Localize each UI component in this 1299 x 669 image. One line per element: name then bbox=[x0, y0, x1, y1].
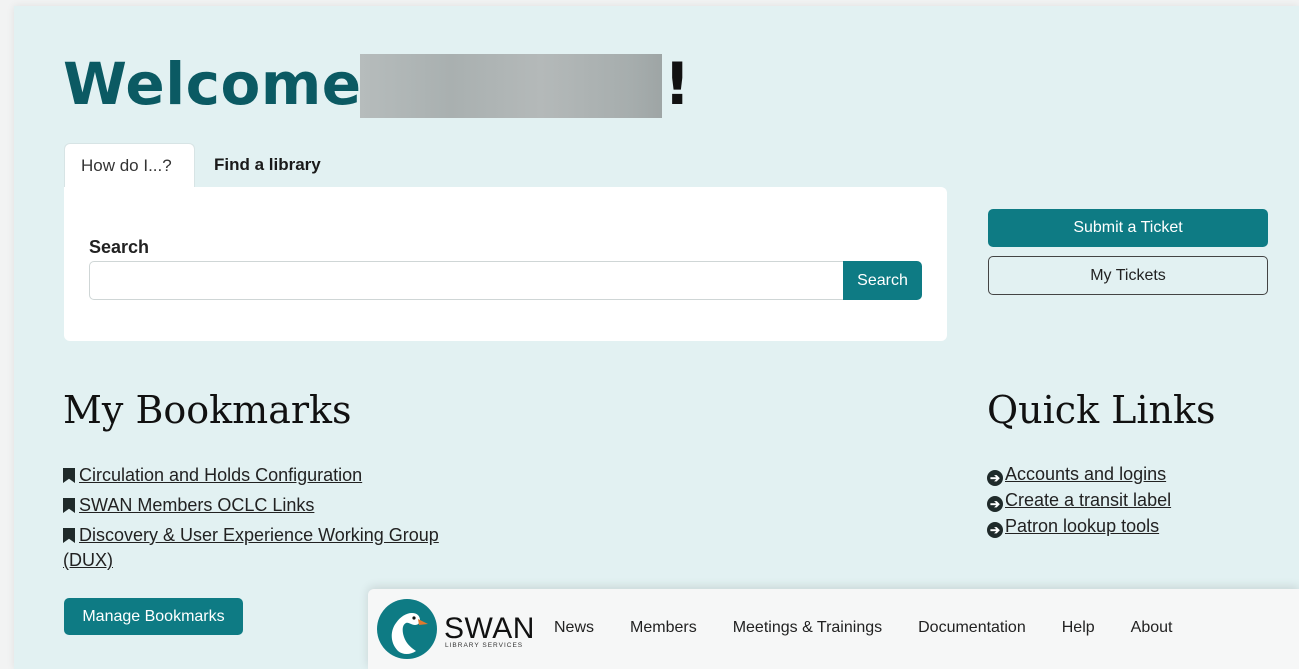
bookmark-link[interactable]: SWAN Members OCLC Links bbox=[79, 495, 314, 515]
submit-ticket-button[interactable]: Submit a Ticket bbox=[988, 209, 1268, 247]
quick-link[interactable]: Accounts and logins bbox=[1005, 464, 1166, 484]
quick-links-title: Quick Links bbox=[987, 388, 1216, 432]
bookmarks-list: Circulation and Holds Configuration SWAN… bbox=[63, 463, 463, 578]
search-input[interactable] bbox=[89, 261, 846, 300]
bookmark-icon bbox=[63, 468, 75, 483]
welcome-suffix: ! bbox=[664, 50, 691, 118]
bookmark-link[interactable]: Circulation and Holds Configuration bbox=[79, 465, 362, 485]
quick-link[interactable]: Create a transit label bbox=[1005, 490, 1171, 510]
circle-arrow-right-icon: ➔ bbox=[987, 470, 1003, 486]
search-label: Search bbox=[89, 237, 150, 257]
search-button[interactable]: Search bbox=[843, 261, 922, 300]
quick-link[interactable]: Patron lookup tools bbox=[1005, 516, 1159, 536]
quick-link-item: ➔ Create a transit label bbox=[987, 487, 1171, 513]
nav-item-members[interactable]: Members bbox=[630, 619, 697, 637]
bookmarks-title: My Bookmarks bbox=[63, 388, 352, 432]
circle-arrow-right-icon: ➔ bbox=[987, 522, 1003, 538]
bookmark-item: SWAN Members OCLC Links bbox=[63, 493, 463, 518]
welcome-heading: Welcome, bbox=[63, 50, 384, 118]
logo-subtitle: LIBRARY SERVICES bbox=[445, 642, 524, 649]
quick-link-item: ➔ Patron lookup tools bbox=[987, 513, 1171, 539]
logo-text: SWAN bbox=[444, 612, 535, 645]
nav-item-about[interactable]: About bbox=[1131, 619, 1173, 637]
nav-item-meetings-trainings[interactable]: Meetings & Trainings bbox=[733, 619, 882, 637]
my-tickets-button[interactable]: My Tickets bbox=[988, 256, 1268, 295]
nav-item-documentation[interactable]: Documentation bbox=[918, 619, 1026, 637]
swan-logo-icon[interactable] bbox=[376, 597, 438, 661]
tab-label: Find a library bbox=[214, 155, 321, 174]
tab-how-do-i[interactable]: How do I...? bbox=[64, 143, 195, 187]
nav-item-help[interactable]: Help bbox=[1062, 619, 1095, 637]
circle-arrow-right-icon: ➔ bbox=[987, 496, 1003, 512]
nav-menu: News Members Meetings & Trainings Docume… bbox=[554, 619, 1208, 637]
nav-item-news[interactable]: News bbox=[554, 619, 594, 637]
tab-find-a-library[interactable]: Find a library bbox=[198, 143, 337, 187]
bookmark-item: Circulation and Holds Configuration bbox=[63, 463, 463, 488]
tab-label: How do I...? bbox=[81, 155, 172, 175]
quick-links-list: ➔ Accounts and logins ➔ Create a transit l… bbox=[987, 461, 1171, 539]
redacted-username bbox=[360, 54, 662, 118]
manage-bookmarks-button[interactable]: Manage Bookmarks bbox=[64, 598, 243, 635]
bookmark-icon bbox=[63, 528, 75, 543]
bookmark-icon bbox=[63, 498, 75, 513]
quick-link-item: ➔ Accounts and logins bbox=[987, 461, 1171, 487]
welcome-prefix: Welcome, bbox=[63, 50, 385, 118]
bookmark-item: Discovery & User Experience Working Grou… bbox=[63, 523, 463, 573]
bookmark-link[interactable]: Discovery & User Experience Working Grou… bbox=[63, 525, 439, 570]
site-navbar: SWAN LIBRARY SERVICES News Members Meeti… bbox=[368, 589, 1299, 669]
search-card: Search Search bbox=[64, 187, 947, 341]
